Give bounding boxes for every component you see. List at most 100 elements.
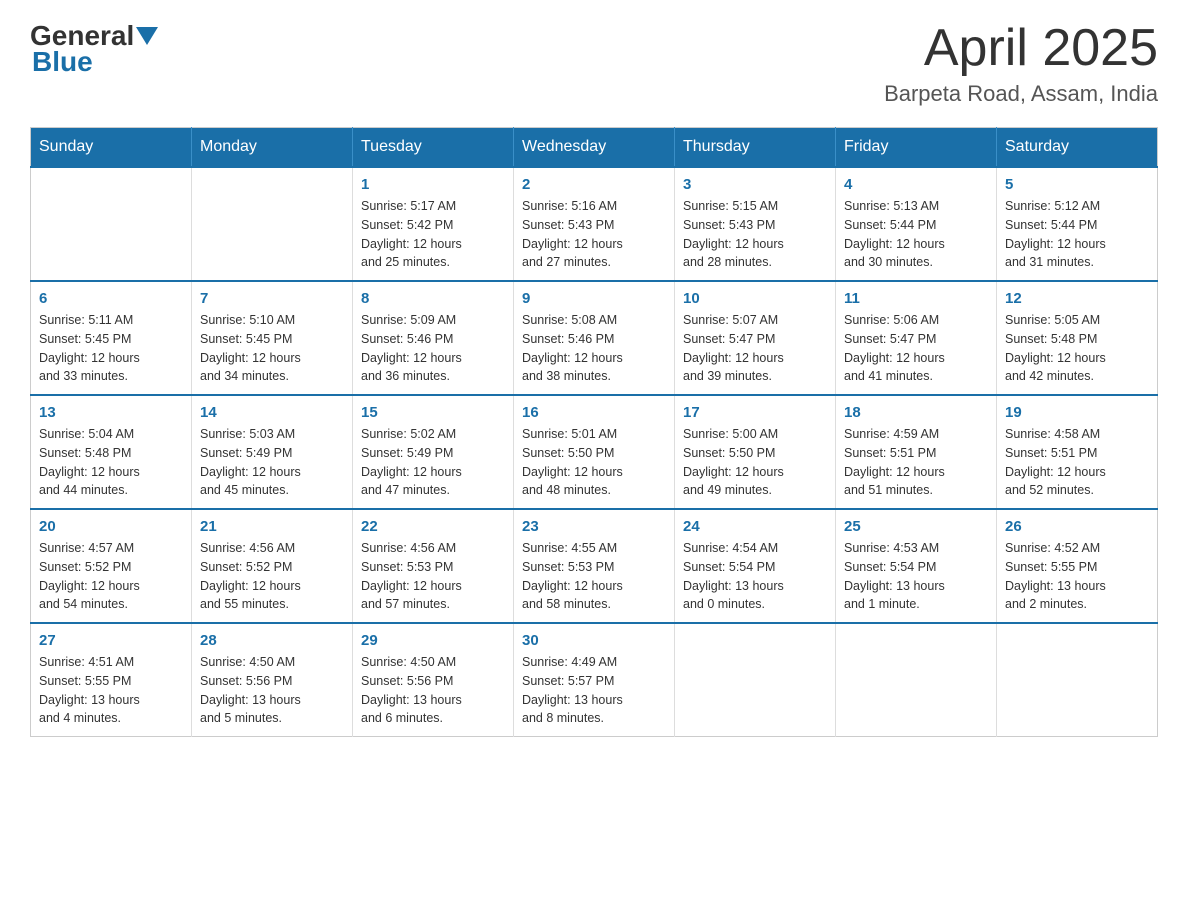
- calendar-cell: 8 Sunrise: 5:09 AM Sunset: 5:46 PM Daylig…: [353, 281, 514, 395]
- day-info: Sunrise: 5:06 AM Sunset: 5:47 PM Dayligh…: [844, 311, 988, 386]
- calendar-cell: 9Sunrise: 5:08 AM Sunset: 5:46 PM Daylig…: [514, 281, 675, 395]
- day-number: 18: [844, 404, 988, 421]
- day-number: 20: [39, 518, 183, 535]
- calendar-cell: [192, 167, 353, 281]
- day-number: 26: [1005, 518, 1149, 535]
- calendar-week-row: 13 Sunrise: 5:04 AM Sunset: 5:48 PM Dayli…: [31, 395, 1158, 509]
- day-info: Sunrise: 4:56 AM Sunset: 5:53 PM Dayligh…: [361, 539, 505, 614]
- calendar-cell: 27 Sunrise: 4:51 AM Sunset: 5:55 PM Dayli…: [31, 623, 192, 737]
- day-info: Sunrise: 4:54 AM Sunset: 5:54 PM Dayligh…: [683, 539, 827, 614]
- calendar-cell: 15Sunrise: 5:02 AM Sunset: 5:49 PM Dayli…: [353, 395, 514, 509]
- day-number: 29: [361, 632, 505, 649]
- calendar-cell: 10 Sunrise: 5:07 AM Sunset: 5:47 PM Dayli…: [675, 281, 836, 395]
- day-number: 13: [39, 404, 183, 421]
- day-number: 12: [1005, 290, 1149, 307]
- day-number: 7: [200, 290, 344, 307]
- day-info: Sunrise: 5:01 AM Sunset: 5:50 PM Dayligh…: [522, 425, 666, 500]
- day-info: Sunrise: 5:11 AM Sunset: 5:45 PM Dayligh…: [39, 311, 183, 386]
- day-number: 8: [361, 290, 505, 307]
- calendar-cell: 4 Sunrise: 5:13 AM Sunset: 5:44 PM Daylig…: [836, 167, 997, 281]
- calendar-header-row: SundayMondayTuesdayWednesdayThursdayFrid…: [31, 128, 1158, 168]
- day-info: Sunrise: 5:12 AM Sunset: 5:44 PM Dayligh…: [1005, 197, 1149, 272]
- day-info: Sunrise: 5:03 AM Sunset: 5:49 PM Dayligh…: [200, 425, 344, 500]
- calendar-cell: 17 Sunrise: 5:00 AM Sunset: 5:50 PM Dayli…: [675, 395, 836, 509]
- col-header-monday: Monday: [192, 128, 353, 168]
- calendar-cell: 3Sunrise: 5:15 AM Sunset: 5:43 PM Daylig…: [675, 167, 836, 281]
- day-info: Sunrise: 5:05 AM Sunset: 5:48 PM Dayligh…: [1005, 311, 1149, 386]
- col-header-tuesday: Tuesday: [353, 128, 514, 168]
- calendar-cell: 24 Sunrise: 4:54 AM Sunset: 5:54 PM Dayli…: [675, 509, 836, 623]
- col-header-wednesday: Wednesday: [514, 128, 675, 168]
- day-number: 25: [844, 518, 988, 535]
- calendar-week-row: 27 Sunrise: 4:51 AM Sunset: 5:55 PM Dayli…: [31, 623, 1158, 737]
- day-number: 4: [844, 176, 988, 193]
- calendar-cell: 26 Sunrise: 4:52 AM Sunset: 5:55 PM Dayli…: [997, 509, 1158, 623]
- day-info: Sunrise: 5:10 AM Sunset: 5:45 PM Dayligh…: [200, 311, 344, 386]
- calendar-cell: 16 Sunrise: 5:01 AM Sunset: 5:50 PM Dayli…: [514, 395, 675, 509]
- calendar-cell: 2 Sunrise: 5:16 AM Sunset: 5:43 PM Daylig…: [514, 167, 675, 281]
- logo-arrow-icon: [136, 27, 158, 49]
- day-number: 22: [361, 518, 505, 535]
- logo: General Blue: [30, 20, 158, 78]
- day-number: 28: [200, 632, 344, 649]
- col-header-saturday: Saturday: [997, 128, 1158, 168]
- day-number: 1: [361, 176, 505, 193]
- day-info: Sunrise: 5:09 AM Sunset: 5:46 PM Dayligh…: [361, 311, 505, 386]
- calendar-week-row: 20 Sunrise: 4:57 AM Sunset: 5:52 PM Dayli…: [31, 509, 1158, 623]
- day-number: 19: [1005, 404, 1149, 421]
- calendar-cell: [31, 167, 192, 281]
- day-number: 10: [683, 290, 827, 307]
- day-info: Sunrise: 5:13 AM Sunset: 5:44 PM Dayligh…: [844, 197, 988, 272]
- calendar-cell: 12 Sunrise: 5:05 AM Sunset: 5:48 PM Dayli…: [997, 281, 1158, 395]
- col-header-friday: Friday: [836, 128, 997, 168]
- location-title: Barpeta Road, Assam, India: [884, 81, 1158, 107]
- title-area: April 2025 Barpeta Road, Assam, India: [884, 20, 1158, 107]
- calendar-cell: 1 Sunrise: 5:17 AM Sunset: 5:42 PM Daylig…: [353, 167, 514, 281]
- calendar-cell: 11Sunrise: 5:06 AM Sunset: 5:47 PM Dayli…: [836, 281, 997, 395]
- day-info: Sunrise: 5:16 AM Sunset: 5:43 PM Dayligh…: [522, 197, 666, 272]
- calendar-cell: 29 Sunrise: 4:50 AM Sunset: 5:56 PM Dayli…: [353, 623, 514, 737]
- calendar-cell: 20 Sunrise: 4:57 AM Sunset: 5:52 PM Dayli…: [31, 509, 192, 623]
- calendar-cell: [997, 623, 1158, 737]
- calendar-cell: 6Sunrise: 5:11 AM Sunset: 5:45 PM Daylig…: [31, 281, 192, 395]
- day-info: Sunrise: 4:52 AM Sunset: 5:55 PM Dayligh…: [1005, 539, 1149, 614]
- day-number: 15: [361, 404, 505, 421]
- calendar-table: SundayMondayTuesdayWednesdayThursdayFrid…: [30, 127, 1158, 737]
- col-header-thursday: Thursday: [675, 128, 836, 168]
- calendar-cell: [675, 623, 836, 737]
- day-number: 21: [200, 518, 344, 535]
- calendar-cell: 19 Sunrise: 4:58 AM Sunset: 5:51 PM Dayli…: [997, 395, 1158, 509]
- day-info: Sunrise: 4:50 AM Sunset: 5:56 PM Dayligh…: [361, 653, 505, 728]
- day-info: Sunrise: 5:17 AM Sunset: 5:42 PM Dayligh…: [361, 197, 505, 272]
- logo-blue: Blue: [32, 46, 93, 78]
- day-info: Sunrise: 4:51 AM Sunset: 5:55 PM Dayligh…: [39, 653, 183, 728]
- day-info: Sunrise: 5:04 AM Sunset: 5:48 PM Dayligh…: [39, 425, 183, 500]
- calendar-cell: 14Sunrise: 5:03 AM Sunset: 5:49 PM Dayli…: [192, 395, 353, 509]
- day-info: Sunrise: 5:07 AM Sunset: 5:47 PM Dayligh…: [683, 311, 827, 386]
- calendar-cell: 23 Sunrise: 4:55 AM Sunset: 5:53 PM Dayli…: [514, 509, 675, 623]
- calendar-cell: 22 Sunrise: 4:56 AM Sunset: 5:53 PM Dayli…: [353, 509, 514, 623]
- day-number: 17: [683, 404, 827, 421]
- day-number: 2: [522, 176, 666, 193]
- day-number: 23: [522, 518, 666, 535]
- day-info: Sunrise: 5:15 AM Sunset: 5:43 PM Dayligh…: [683, 197, 827, 272]
- day-info: Sunrise: 4:56 AM Sunset: 5:52 PM Dayligh…: [200, 539, 344, 614]
- day-number: 16: [522, 404, 666, 421]
- day-info: Sunrise: 5:08 AM Sunset: 5:46 PM Dayligh…: [522, 311, 666, 386]
- day-info: Sunrise: 4:55 AM Sunset: 5:53 PM Dayligh…: [522, 539, 666, 614]
- day-info: Sunrise: 4:57 AM Sunset: 5:52 PM Dayligh…: [39, 539, 183, 614]
- calendar-cell: 5Sunrise: 5:12 AM Sunset: 5:44 PM Daylig…: [997, 167, 1158, 281]
- calendar-week-row: 6Sunrise: 5:11 AM Sunset: 5:45 PM Daylig…: [31, 281, 1158, 395]
- day-number: 30: [522, 632, 666, 649]
- col-header-sunday: Sunday: [31, 128, 192, 168]
- day-info: Sunrise: 4:50 AM Sunset: 5:56 PM Dayligh…: [200, 653, 344, 728]
- calendar-week-row: 1 Sunrise: 5:17 AM Sunset: 5:42 PM Daylig…: [31, 167, 1158, 281]
- day-info: Sunrise: 4:58 AM Sunset: 5:51 PM Dayligh…: [1005, 425, 1149, 500]
- calendar-cell: 21 Sunrise: 4:56 AM Sunset: 5:52 PM Dayli…: [192, 509, 353, 623]
- day-number: 27: [39, 632, 183, 649]
- calendar-cell: [836, 623, 997, 737]
- day-number: 24: [683, 518, 827, 535]
- month-title: April 2025: [884, 20, 1158, 77]
- day-info: Sunrise: 5:00 AM Sunset: 5:50 PM Dayligh…: [683, 425, 827, 500]
- day-info: Sunrise: 4:53 AM Sunset: 5:54 PM Dayligh…: [844, 539, 988, 614]
